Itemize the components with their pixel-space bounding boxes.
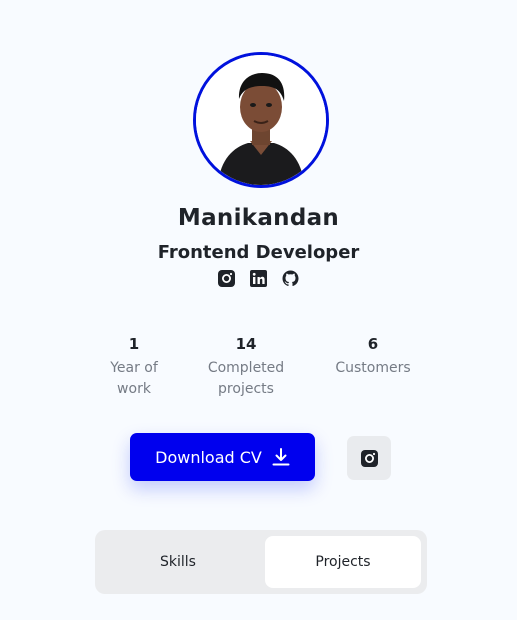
stat-value: 6 [367,335,379,353]
stat-projects: 14 Completed projects [186,333,306,400]
tab-skills[interactable]: Skills [101,536,255,588]
download-cv-button[interactable]: Download CV [130,433,315,481]
stat-value: 14 [235,335,257,353]
download-cv-label: Download CV [155,447,262,467]
download-icon [272,448,290,466]
tab-projects[interactable]: Projects [265,536,421,588]
instagram-icon[interactable] [218,270,235,287]
stat-customers: 6 Customers [313,333,433,379]
profile-photo [196,55,326,185]
instagram-button[interactable] [347,436,391,480]
avatar [193,52,329,188]
stat-label: Year of work [110,360,158,397]
github-icon[interactable] [282,270,299,287]
profile-name: Manikandan [177,205,340,231]
stat-label: Completed projects [207,360,285,397]
stat-label: Customers [335,360,411,376]
instagram-icon [360,449,378,467]
stat-value: 1 [128,335,140,353]
social-links [0,270,517,287]
stat-years: 1 Year of work [74,333,194,400]
linkedin-icon[interactable] [250,270,267,287]
profile-role: Frontend Developer [157,242,360,263]
tab-bar: Skills Projects [95,530,427,594]
